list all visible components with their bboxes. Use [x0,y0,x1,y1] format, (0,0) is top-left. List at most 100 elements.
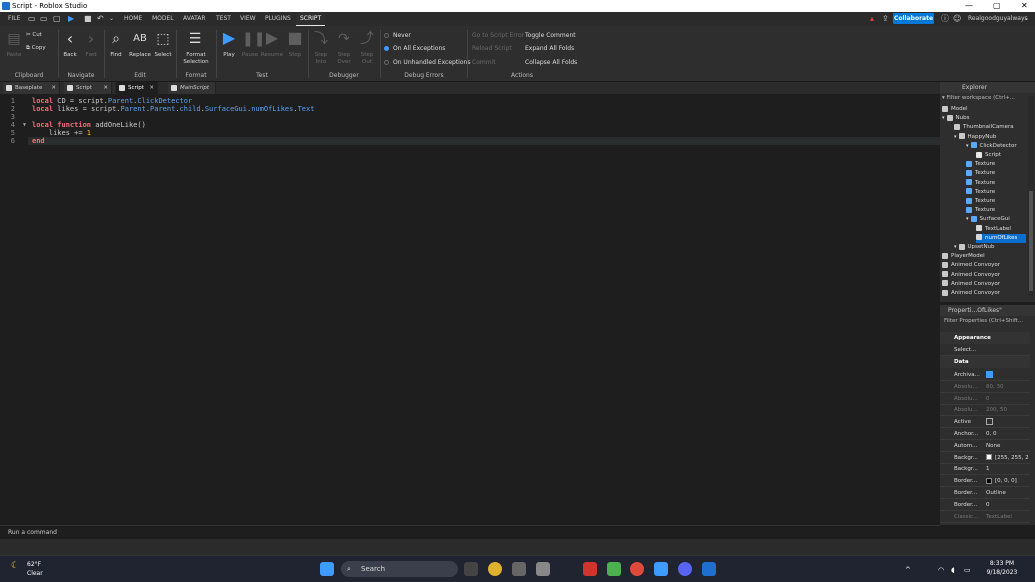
property-row[interactable]: Anchor... 0, 0 [940,428,1030,440]
go-to-script-error-button[interactable]: Go to Script Error [472,32,524,40]
collapse-all-folds-button[interactable]: Collapse All Folds [525,59,577,67]
property-row[interactable]: Autom... None [940,440,1030,452]
expand-arrow-icon[interactable]: ▾ [954,134,957,140]
radio-never[interactable]: Never [384,32,411,40]
property-row[interactable]: Backgr... [255, 255, 2 [940,452,1030,464]
folder-icon[interactable]: ▭ [40,14,48,24]
tab-script-active[interactable]: Script ✕ [116,82,158,94]
step-into-icon[interactable]: ⤵ [313,31,329,47]
explorer-item[interactable]: Texture [966,197,1026,206]
fold-arrow-icon[interactable]: ▼ [23,121,26,129]
speaker-icon[interactable]: ◖ [951,565,955,575]
stop-icon[interactable]: ■ [287,30,303,46]
explorer-item[interactable]: Script [976,151,1026,160]
task-view-icon[interactable] [464,562,478,576]
select-row[interactable]: Select... [940,344,1030,356]
explorer-item[interactable]: Animed Convoyor [942,280,1026,289]
roblox-studio-icon[interactable] [702,562,716,576]
chevron-down-icon[interactable]: ⌄ [109,14,114,24]
expand-all-folds-button[interactable]: Expand All Folds [525,45,574,53]
tab-script[interactable]: Script ✕ [64,82,112,94]
property-row[interactable]: Absolu... 200, 50 [940,404,1030,417]
battery-icon[interactable]: ▭ [964,565,971,575]
scrollbar-thumb[interactable] [1029,191,1033,291]
collaborate-button[interactable]: Collaborate [893,13,934,24]
select-button[interactable]: Select [153,52,173,59]
back-button[interactable]: Back [60,52,80,59]
explorer-item[interactable]: Model [942,105,1026,114]
property-value[interactable]: None [986,440,1000,452]
play-button[interactable]: Play [219,52,239,59]
save-icon[interactable]: ▭ [28,14,36,24]
color-swatch[interactable] [986,454,992,461]
explorer-item[interactable]: ▾ HappyNub [954,133,1026,142]
property-row[interactable]: Border... Outline [940,487,1030,499]
find-button[interactable]: Find [106,52,126,59]
replace-button[interactable]: Replace [127,52,153,59]
close-icon[interactable]: ✕ [51,82,56,94]
find-icon[interactable]: ⌕ [108,31,124,47]
format-selection-icon[interactable]: ☰ [187,31,203,47]
explorer-item[interactable]: ThumbnailCamera [954,123,1026,132]
step-out-icon[interactable]: ⤴ [359,31,375,47]
chevron-up-icon[interactable]: ^ [905,565,911,575]
property-value[interactable]: 0 [986,499,990,511]
property-row[interactable]: Border... 0 [940,499,1030,511]
explorer-item[interactable]: ▾ Nubs [942,114,1026,123]
cut-button[interactable]: ✂ Cut [26,32,42,39]
stop-button[interactable]: Stop [285,52,305,59]
taskbar-clock[interactable]: 8:33 PM 9/18/2023 [985,559,1019,577]
explorer-item[interactable]: Animed Convoyor [942,271,1026,280]
explorer-scrollbar[interactable] [1028,96,1034,296]
menu-tab-plugins[interactable]: PLUGINS [261,12,295,26]
menu-tab-test[interactable]: TEST [212,12,235,26]
explorer-item[interactable]: Texture [966,188,1026,197]
toggle-comment-button[interactable]: Toggle Comment [525,32,576,40]
tab-mainscript[interactable]: MainScript [168,82,216,94]
checkbox[interactable] [986,418,993,426]
close-button[interactable]: ✕ [1021,0,1028,12]
script-editor[interactable]: 1 2 3 4 5 6 ▼ local CD = script.Parent.C… [0,94,940,525]
property-value[interactable] [986,369,993,381]
property-value[interactable] [986,416,993,428]
expand-arrow-icon[interactable]: ▾ [942,115,945,121]
property-value[interactable]: 80, 30 [986,381,1004,393]
step-into-button[interactable]: Step Into [311,52,331,66]
tab-baseplate[interactable]: Baseplate ✕ [3,82,60,94]
menu-file[interactable]: FILE [4,12,24,26]
explorer-filter-input[interactable]: ▾ Filter workspace (Ctrl+... [942,94,1032,103]
menu-tab-script[interactable]: SCRIPT [296,12,326,26]
calendar-icon[interactable] [536,562,550,576]
property-value[interactable]: [0, 0, 0] [986,475,1017,487]
discord-icon[interactable] [678,562,692,576]
property-value[interactable]: 1 [986,463,990,475]
section-appearance[interactable]: Appearance [940,332,1030,344]
property-value[interactable]: 0 [986,393,990,405]
menu-tab-model[interactable]: MODEL [148,12,178,26]
copy-button[interactable]: ⧉ Copy [26,45,46,52]
explorer-item[interactable]: PlayerModel [942,252,1026,261]
chrome-icon[interactable] [630,562,644,576]
property-row[interactable]: Backgr... 1 [940,463,1030,476]
property-row[interactable]: Border... [0, 0, 0] [940,475,1030,488]
property-value[interactable]: TextLabel [986,511,1012,523]
notification-icon[interactable]: ▴ [870,14,874,24]
publish-icon[interactable]: ▢ [53,14,61,24]
play-quick-icon[interactable]: ▶ [68,14,74,24]
radio-on-all-exceptions[interactable]: On All Exceptions [384,45,445,53]
app-store-icon[interactable] [654,562,668,576]
reload-script-button[interactable]: Reload Script [472,45,512,53]
radio-on-unhandled-exceptions[interactable]: On Unhandled Exceptions [384,59,470,67]
color-swatch[interactable] [986,477,992,484]
menu-tab-avatar[interactable]: AVATAR [179,12,210,26]
close-icon[interactable]: ✕ [103,82,108,94]
property-row[interactable]: Absolu... 80, 30 [940,381,1030,393]
minimize-button[interactable]: — [965,0,973,12]
section-data[interactable]: Data [940,356,1030,368]
format-selection-button[interactable]: Format Selection [180,52,212,66]
pause-button[interactable]: Pause [239,52,261,59]
properties-filter-input[interactable]: Filter Properties (Ctrl+Shift... [944,317,1032,326]
menu-tab-home[interactable]: HOME [120,12,146,26]
replace-icon[interactable]: AB [131,31,149,47]
explorer-item[interactable]: ▾ UpsetNub [954,243,1026,252]
